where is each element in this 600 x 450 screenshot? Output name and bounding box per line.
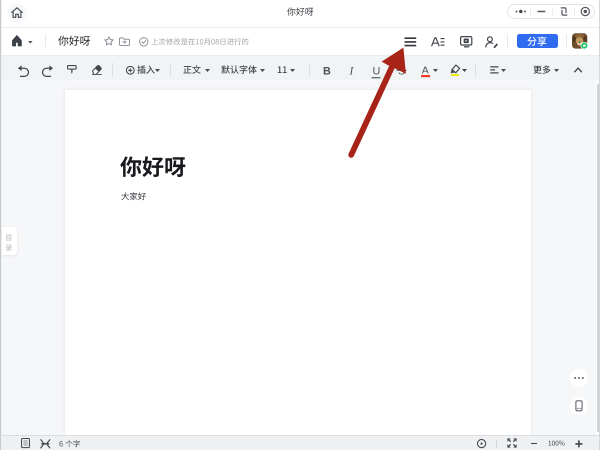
- svg-text:A: A: [422, 64, 429, 76]
- svg-text:B: B: [323, 65, 331, 77]
